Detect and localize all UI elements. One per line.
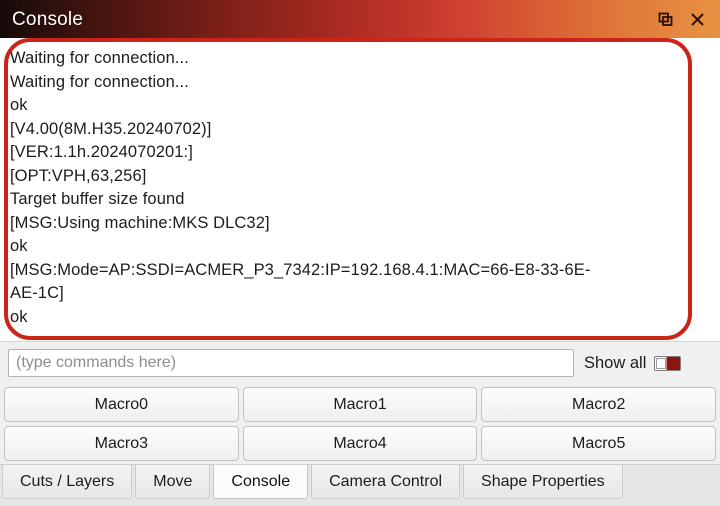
console-line: [MSG:Mode=AP:SSDI=ACMER_P3_7342:IP=192.1… [10, 260, 591, 279]
macro-button-macro4[interactable]: Macro4 [242, 426, 478, 461]
panel-title: Console [12, 8, 84, 30]
console-line: [MSG:Using machine:MKS DLC32] [10, 213, 270, 232]
command-row: Show all [0, 342, 720, 384]
console-line: ok [10, 96, 28, 114]
console-line: ok [10, 237, 28, 255]
console-line: [VER:1.1h.2024070201:] [10, 143, 193, 161]
macro-row: Macro3 Macro4 Macro5 [4, 426, 717, 461]
console-line: Waiting for connection... [10, 49, 189, 67]
tab-cuts-layers[interactable]: Cuts / Layers [2, 465, 133, 499]
tab-console[interactable]: Console [213, 465, 309, 499]
macro-button-macro5[interactable]: Macro5 [481, 426, 717, 461]
show-all-group: Show all [584, 354, 683, 373]
command-input[interactable] [8, 349, 574, 377]
macro-button-macro0[interactable]: Macro0 [4, 387, 239, 422]
console-panel: Console Waiting for connection... Waiting… [0, 0, 720, 506]
macro-buttons: Macro0 Macro1 Macro2 Macro3 Macro4 Macro5 [0, 384, 720, 464]
macro-button-macro1[interactable]: Macro1 [242, 387, 478, 422]
console-line: Target buffer size found [10, 190, 185, 208]
close-icon[interactable] [688, 10, 706, 28]
macro-row: Macro0 Macro1 Macro2 [4, 387, 717, 422]
console-line: AE-1C] [10, 284, 64, 302]
float-window-icon[interactable] [656, 10, 674, 28]
toggle-knob [656, 357, 667, 369]
console-log[interactable]: Waiting for connection... Waiting for con… [0, 42, 720, 341]
console-line: ok [10, 307, 28, 326]
tab-shape-properties[interactable]: Shape Properties [463, 465, 623, 499]
macro-button-macro2[interactable]: Macro2 [481, 387, 717, 422]
console-output-area[interactable]: Waiting for connection... Waiting for con… [0, 38, 720, 342]
tab-move[interactable]: Move [135, 465, 211, 499]
show-all-label: Show all [584, 353, 647, 372]
console-line: Waiting for connection... [10, 72, 189, 91]
tab-bar: Cuts / Layers Move Console Camera Control Sh… [0, 464, 720, 506]
macro-button-macro3[interactable]: Macro3 [4, 426, 239, 461]
console-line: [V4.00(8M.H35.20240702)] [10, 119, 212, 138]
console-line: [OPT:VPH,63,256] [10, 166, 147, 185]
titlebar-buttons [656, 10, 714, 28]
titlebar[interactable]: Console [0, 0, 720, 38]
tab-camera-control[interactable]: Camera Control [311, 465, 461, 499]
show-all-toggle[interactable] [654, 355, 682, 371]
